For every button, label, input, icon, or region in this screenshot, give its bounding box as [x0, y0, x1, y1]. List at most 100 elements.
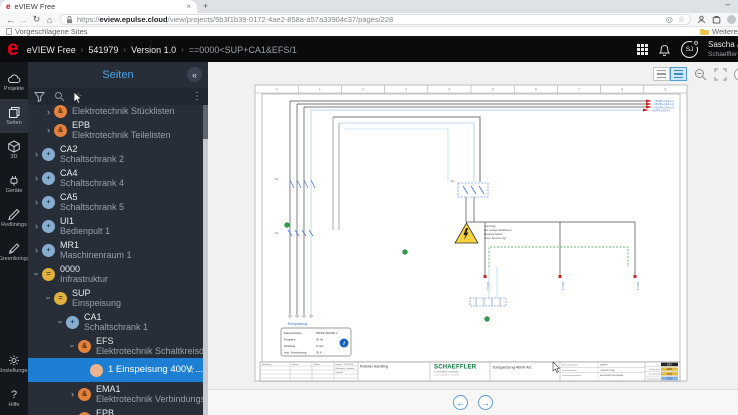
panel-toolbar: ☆ ⋮	[28, 88, 208, 105]
tree-item[interactable]: › & EPBElektrotechnik Teilelisten	[28, 406, 203, 415]
tree-item[interactable]: › + UI1 Bedienpult 1	[28, 214, 203, 238]
collapse-panel-button[interactable]: «	[187, 67, 202, 82]
device-label: -F1	[274, 177, 279, 181]
svg-text:Datum: Datum	[292, 363, 299, 366]
new-tab-button[interactable]: +	[203, 1, 208, 11]
user-name: Sascha J	[708, 40, 738, 49]
home-button[interactable]: ⌂	[43, 15, 56, 25]
bookmark-item[interactable]: Vorgeschlagene Sites	[6, 27, 88, 36]
page-navigation: ← →	[208, 389, 738, 415]
tree-item-code: 0000	[60, 263, 81, 274]
svg-text:Infrastruktur: Infrastruktur	[649, 368, 660, 371]
nav-hilfe[interactable]: ? Hilfe	[0, 381, 28, 415]
back-button[interactable]: ←	[4, 15, 17, 25]
tree-item[interactable]: › = SUP Einspeisung	[28, 286, 203, 310]
document-icon: &	[54, 105, 67, 118]
tree-item-label: Maschinenraum 1	[60, 250, 132, 260]
apps-grid-icon[interactable]	[637, 44, 648, 55]
svg-text:Datum: Datum	[336, 363, 343, 366]
nav-einstellungen[interactable]: Einstellungen	[0, 347, 31, 381]
other-bookmarks[interactable]: Weitere...	[700, 27, 738, 36]
tree-item[interactable]: › & Elektrotechnik Stücklisten	[28, 105, 203, 118]
panel-menu-icon[interactable]: ⋮	[192, 91, 202, 102]
user-name-block[interactable]: Sascha J Schaeffler	[708, 40, 738, 59]
svg-text:Geprüft: Geprüft	[336, 371, 344, 374]
project-name: Roboter Handling	[360, 365, 388, 369]
profile-icon[interactable]	[697, 11, 706, 29]
breadcrumb-app[interactable]: eVIEW Free	[27, 45, 76, 55]
toolbar-extra-button[interactable]	[734, 67, 738, 81]
reader-mode-icon[interactable]: ◎	[666, 15, 673, 24]
page-tree: › & Elektrotechnik Stücklisten › & EPB El…	[28, 105, 203, 415]
tab-close-icon[interactable]: ×	[186, 2, 191, 11]
notifications-bell-icon[interactable]	[658, 43, 671, 57]
chevron-right-icon[interactable]: ›	[67, 389, 78, 399]
tree-item-selected-page[interactable]: 1 Einspeisung 400V ... ☆	[28, 358, 203, 382]
filter-icon[interactable]	[34, 91, 45, 102]
breadcrumb-project[interactable]: 541979	[88, 45, 118, 55]
window-minimize-button[interactable]: –	[726, 0, 730, 9]
chevron-down-icon[interactable]: ›	[68, 341, 78, 352]
breadcrumb-version[interactable]: Version 1.0	[131, 45, 176, 55]
drawing-canvas[interactable]: 01 23 45 67 89 =SUP+CA1-L1 =SUP+CA1-L2 =…	[208, 62, 738, 415]
nav-geraete[interactable]: Geräte	[0, 167, 28, 201]
browser-tab[interactable]: e eVIEW Free ×	[0, 0, 197, 13]
chevron-right-icon[interactable]: ›	[31, 221, 42, 231]
nav-greenlinings[interactable]: Greenlinings	[0, 235, 29, 269]
tree-item-code: SUP	[72, 287, 91, 298]
nav-label: 3D	[10, 154, 18, 160]
tree-item[interactable]: › & EFSElektrotechnik Schaltkreisdok...	[28, 334, 204, 358]
fit-screen-icon[interactable]	[714, 68, 727, 81]
tree-item-label: Schaltschrank 1	[84, 322, 149, 332]
chevron-right-icon[interactable]: ›	[43, 107, 54, 117]
browser-avatar[interactable]	[727, 15, 736, 24]
refresh-button[interactable]: ↻	[30, 14, 43, 25]
title-block: Änderung Datum Name Datum 7/16/2020 Bear…	[259, 361, 681, 382]
mouse-cursor	[73, 92, 83, 104]
url-scheme: https://	[77, 15, 100, 24]
forward-button[interactable]: →	[17, 15, 30, 25]
search-icon[interactable]	[54, 91, 65, 102]
tree-item[interactable]: › + CA5 Schaltschrank 5	[28, 190, 203, 214]
column-label: -X01.L3	[636, 281, 640, 291]
next-page-button[interactable]: →	[478, 395, 493, 410]
svg-text:6 mm²: 6 mm²	[316, 344, 324, 348]
extension-icon[interactable]	[712, 11, 721, 29]
nav-3d[interactable]: 3D	[0, 133, 28, 167]
breadcrumb-page[interactable]: ==0000<SUP+CA1&EFS/1	[189, 45, 297, 55]
chevron-right-icon[interactable]: ›	[31, 197, 42, 207]
nav-redlinings[interactable]: Redlinings	[0, 201, 28, 235]
tree-item[interactable]: › & EMA1Elektrotechnik Verbindungsb...	[28, 382, 203, 406]
location-icon: +	[42, 171, 55, 185]
tree-item[interactable]: › + CA2 Schaltschrank 2	[28, 142, 203, 166]
tree-item[interactable]: › & EPBElektrotechnik Teilelisten	[28, 118, 203, 142]
nav-seiten[interactable]: Seiten	[0, 99, 28, 133]
tree-item[interactable]: › + MR1 Maschinenraum 1	[28, 238, 203, 262]
help-icon: ?	[11, 389, 17, 401]
tree-item[interactable]: › + CA1 Schaltschrank 1	[28, 310, 203, 334]
single-page-view-button[interactable]	[653, 67, 670, 81]
user-avatar[interactable]: SJ ⚙	[681, 39, 700, 58]
tree-item[interactable]: › + CA4 Schaltschrank 4	[28, 166, 203, 190]
bookmark-star-icon[interactable]: ☆	[678, 15, 685, 24]
favorite-star-icon[interactable]: ☆	[186, 365, 195, 376]
tree-item[interactable]: › = 0000 Infrastruktur	[28, 262, 203, 286]
eview-app-window: e eVIEW Free × + – ← → ↻ ⌂ https://eview…	[0, 0, 738, 415]
chevron-right-icon[interactable]: ›	[31, 149, 42, 159]
chevron-down-icon[interactable]: ›	[32, 269, 42, 280]
tree-item-label: Elektrotechnik Verbindungsb...	[96, 394, 203, 404]
prev-page-button[interactable]: ←	[453, 395, 468, 410]
eplan-logo[interactable]: e	[7, 38, 19, 59]
chevron-down-icon[interactable]: ›	[56, 317, 66, 328]
zoom-out-icon[interactable]	[694, 68, 707, 81]
chevron-down-icon[interactable]: ›	[44, 293, 54, 304]
chevron-right-icon[interactable]: ›	[43, 125, 54, 135]
chevron-right-icon[interactable]: ›	[31, 245, 42, 255]
bookmark-label: Vorgeschlagene Sites	[15, 27, 88, 36]
nav-projekte[interactable]: Projekte	[0, 65, 28, 99]
split-view-button[interactable]	[670, 67, 687, 81]
chevron-right-icon[interactable]: ›	[31, 173, 42, 183]
svg-text:0: 0	[276, 88, 278, 92]
svg-text:wsattler: wsattler	[347, 367, 355, 370]
url-field[interactable]: https://eview.epulse.cloud/view/projects…	[60, 14, 691, 25]
